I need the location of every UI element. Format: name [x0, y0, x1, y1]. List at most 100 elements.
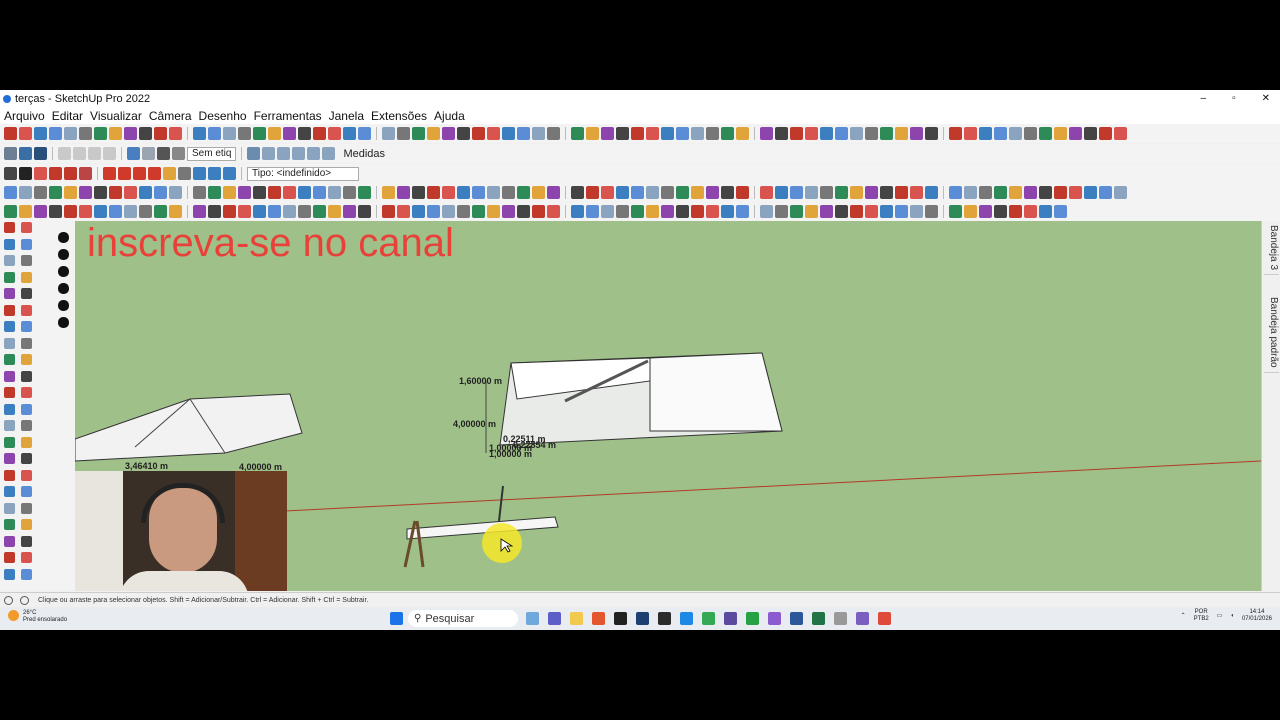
toolbar-tool-icon[interactable] — [457, 205, 470, 218]
palette-tool-icon[interactable] — [4, 486, 15, 497]
teams-icon[interactable] — [548, 612, 561, 625]
widgets-icon[interactable] — [526, 612, 539, 625]
front-view-icon[interactable] — [277, 147, 291, 160]
toolbar-tool-icon[interactable] — [736, 127, 749, 140]
palette-tool-icon[interactable] — [21, 255, 32, 266]
menu-camera[interactable]: Câmera — [145, 108, 195, 124]
toolbar-tool-icon[interactable] — [253, 205, 266, 218]
toolbar-tool-icon[interactable] — [442, 186, 455, 199]
eraser-tool-icon[interactable] — [34, 167, 47, 180]
toolbar-tool-icon[interactable] — [472, 127, 485, 140]
chrome-icon[interactable] — [702, 612, 715, 625]
palette-tool-icon[interactable] — [4, 387, 15, 398]
toolbar-tool-icon[interactable] — [472, 186, 485, 199]
toolbar-tool-icon[interactable] — [223, 186, 236, 199]
toolbar-tool-icon[interactable] — [517, 186, 530, 199]
palette-tool-icon[interactable] — [21, 370, 32, 382]
palette-tool-icon[interactable] — [21, 387, 32, 398]
app-icon[interactable] — [878, 612, 891, 625]
toolbar-tool-icon[interactable] — [283, 205, 296, 218]
toolbar-tool-icon[interactable] — [1009, 186, 1022, 199]
toolbar-tool-icon[interactable] — [820, 186, 833, 199]
toolbar-tool-icon[interactable] — [427, 186, 440, 199]
toolbar-tool-icon[interactable] — [760, 186, 773, 199]
minimize-button[interactable]: – — [1201, 90, 1207, 108]
push-pull-icon[interactable] — [103, 167, 116, 180]
select-tool-icon[interactable] — [19, 167, 32, 180]
palette-tool-icon[interactable] — [21, 552, 32, 563]
palette-tool-icon[interactable] — [21, 288, 32, 299]
toolbar-tool-icon[interactable] — [571, 205, 584, 218]
undo-icon[interactable] — [127, 147, 140, 160]
toolbar-tool-icon[interactable] — [79, 205, 92, 218]
toolbar-tool-icon[interactable] — [601, 205, 614, 218]
palette-tool-icon[interactable] — [21, 403, 32, 415]
toolbar-tool-icon[interactable] — [661, 127, 674, 140]
orbit-icon[interactable] — [193, 167, 206, 180]
toolbar-tool-icon[interactable] — [979, 205, 992, 218]
toolbar-tool-icon[interactable] — [139, 127, 152, 140]
toolbar-tool-icon[interactable] — [805, 186, 818, 199]
toolbar-tool-icon[interactable] — [532, 205, 545, 218]
toolbar-tool-icon[interactable] — [775, 205, 788, 218]
toolbar-tool-icon[interactable] — [661, 186, 674, 199]
toolbar-tool-icon[interactable] — [19, 127, 32, 140]
toolbar-tool-icon[interactable] — [616, 205, 629, 218]
toolbar-tool-icon[interactable] — [949, 186, 962, 199]
toolbar-tool-icon[interactable] — [397, 127, 410, 140]
toolbar-tool-icon[interactable] — [646, 186, 659, 199]
palette-tool-icon[interactable] — [21, 469, 32, 481]
toolbar-tool-icon[interactable] — [4, 186, 17, 199]
toolbar-tool-icon[interactable] — [253, 127, 266, 140]
toolbar-tool-icon[interactable] — [4, 127, 17, 140]
toolbar-tool-icon[interactable] — [790, 205, 803, 218]
search-icon[interactable] — [4, 167, 17, 180]
palette-tool-icon[interactable] — [21, 321, 32, 332]
toolbar-tool-icon[interactable] — [691, 127, 704, 140]
toolbar-tool-icon[interactable] — [925, 127, 938, 140]
line-tool-icon[interactable] — [49, 167, 62, 180]
toolbar-tool-icon[interactable] — [124, 186, 137, 199]
toolbar-tool-icon[interactable] — [1069, 127, 1082, 140]
palette-tool-icon[interactable] — [4, 436, 15, 448]
toolbar-tool-icon[interactable] — [964, 127, 977, 140]
toolbar-tool-icon[interactable] — [64, 186, 77, 199]
toolbar-tool-icon[interactable] — [910, 127, 923, 140]
style-toggle-icon[interactable] — [58, 300, 69, 311]
toolbar-tool-icon[interactable] — [298, 186, 311, 199]
palette-tool-icon[interactable] — [4, 552, 15, 563]
toolbar-tool-icon[interactable] — [1114, 127, 1127, 140]
toolbar-tool-icon[interactable] — [895, 127, 908, 140]
toolbar-tool-icon[interactable] — [268, 127, 281, 140]
toolbar-tool-icon[interactable] — [736, 205, 749, 218]
toolbar-tool-icon[interactable] — [1009, 127, 1022, 140]
toolbar-tool-icon[interactable] — [1039, 205, 1052, 218]
toolbar-tool-icon[interactable] — [283, 127, 296, 140]
menu-ajuda[interactable]: Ajuda — [430, 108, 468, 124]
menu-editar[interactable]: Editar — [48, 108, 86, 124]
palette-tool-icon[interactable] — [4, 337, 15, 349]
toolbar-tool-icon[interactable] — [979, 186, 992, 199]
app-icon[interactable] — [614, 612, 627, 625]
rectangle-tool-icon[interactable] — [79, 167, 92, 180]
toolbar-tool-icon[interactable] — [109, 186, 122, 199]
new-file-icon[interactable] — [4, 147, 17, 160]
copy-icon[interactable] — [73, 147, 86, 160]
palette-tool-icon[interactable] — [21, 453, 32, 464]
toolbar-tool-icon[interactable] — [154, 186, 167, 199]
maximize-button[interactable]: ▫ — [1232, 90, 1236, 108]
toolbar-tool-icon[interactable] — [850, 205, 863, 218]
text-tool-icon[interactable] — [178, 167, 191, 180]
toolbar-tool-icon[interactable] — [208, 205, 221, 218]
toolbar-tool-icon[interactable] — [835, 186, 848, 199]
toolbar-tool-icon[interactable] — [865, 205, 878, 218]
type-select[interactable]: Tipo: <indefinido> — [247, 166, 359, 181]
toolbar-tool-icon[interactable] — [586, 127, 599, 140]
print-icon[interactable] — [157, 147, 170, 160]
toolbar-tool-icon[interactable] — [706, 127, 719, 140]
palette-tool-icon[interactable] — [4, 222, 15, 233]
toolbar-tool-icon[interactable] — [994, 127, 1007, 140]
toolbar-tool-icon[interactable] — [517, 205, 530, 218]
right-view-icon[interactable] — [292, 147, 306, 160]
toolbar-tool-icon[interactable] — [487, 127, 500, 140]
